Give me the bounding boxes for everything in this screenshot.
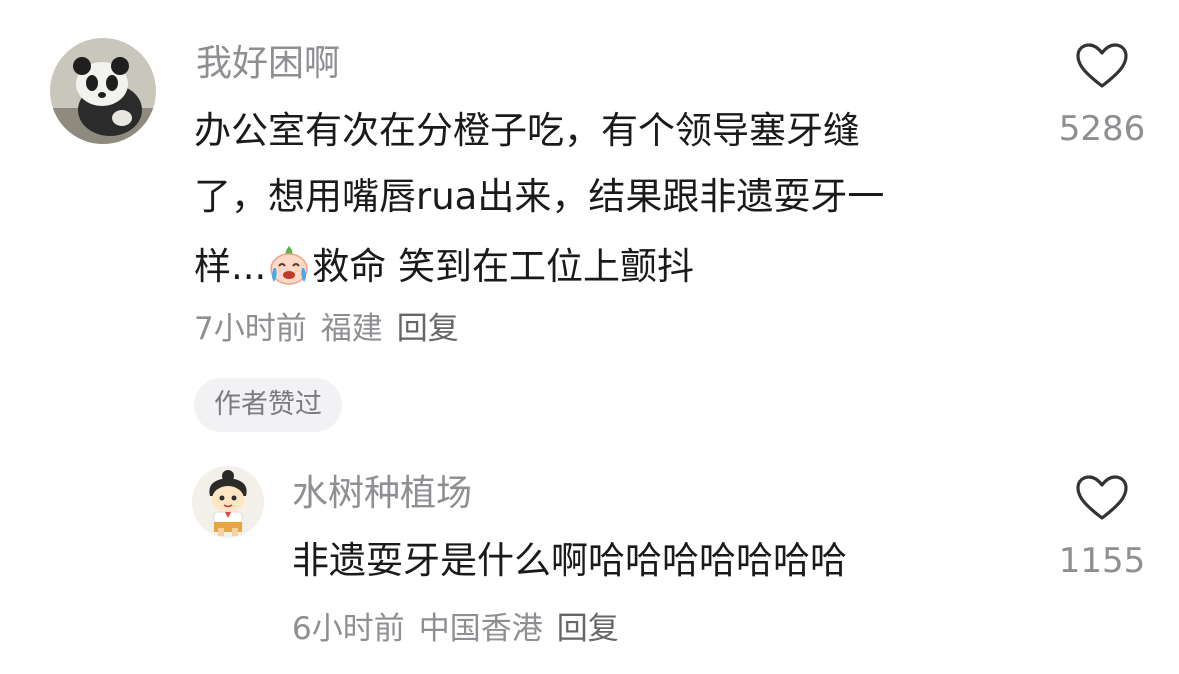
like-count: 1155 [1058, 541, 1146, 581]
comment-text-line-3-start: 样... [194, 245, 267, 288]
like-button[interactable]: 1155 [1052, 474, 1152, 578]
reply-time: 6小时前 [292, 611, 405, 647]
comment-time: 7小时前 [194, 311, 307, 347]
comment-text-line-3: 样... 救命 笑到在工位上颤抖 [194, 244, 694, 286]
comment-text-line-3-end: 救命 笑到在工位上颤抖 [312, 245, 695, 288]
reply-location: 中国香港 [418, 611, 543, 647]
comment-username[interactable]: 我好困啊 [196, 46, 340, 82]
author-liked-badge: 作者赞过 [194, 378, 342, 432]
comment-location: 福建 [320, 311, 383, 347]
laughing-crying-emoji-icon [268, 244, 310, 286]
comment-meta: 7小时前 福建 回复 [194, 314, 473, 345]
reply-button[interactable]: 回复 [397, 311, 459, 347]
avatar-panda[interactable] [50, 38, 156, 144]
panda-avatar-image [50, 38, 156, 144]
heart-outline-icon [1076, 43, 1128, 88]
heart-outline-icon [1076, 475, 1128, 520]
comment-text-line-2: 了，想用嘴唇rua出来，结果跟非遗耍牙一 [194, 175, 885, 218]
like-button[interactable]: 5286 [1052, 42, 1152, 146]
reply-meta: 6小时前 中国香港 回复 [292, 614, 633, 645]
reply-text: 非遗耍牙是什么啊哈哈哈哈哈哈哈 [292, 539, 847, 582]
reply-username[interactable]: 水树种植场 [292, 476, 472, 512]
reply-button[interactable]: 回复 [557, 611, 619, 647]
cartoon-girl-avatar-image [192, 466, 264, 538]
comment-text-line-1: 办公室有次在分橙子吃，有个领导塞牙缝 [194, 109, 860, 152]
like-count: 5286 [1058, 109, 1146, 149]
avatar-cartoon-girl[interactable] [192, 466, 264, 538]
